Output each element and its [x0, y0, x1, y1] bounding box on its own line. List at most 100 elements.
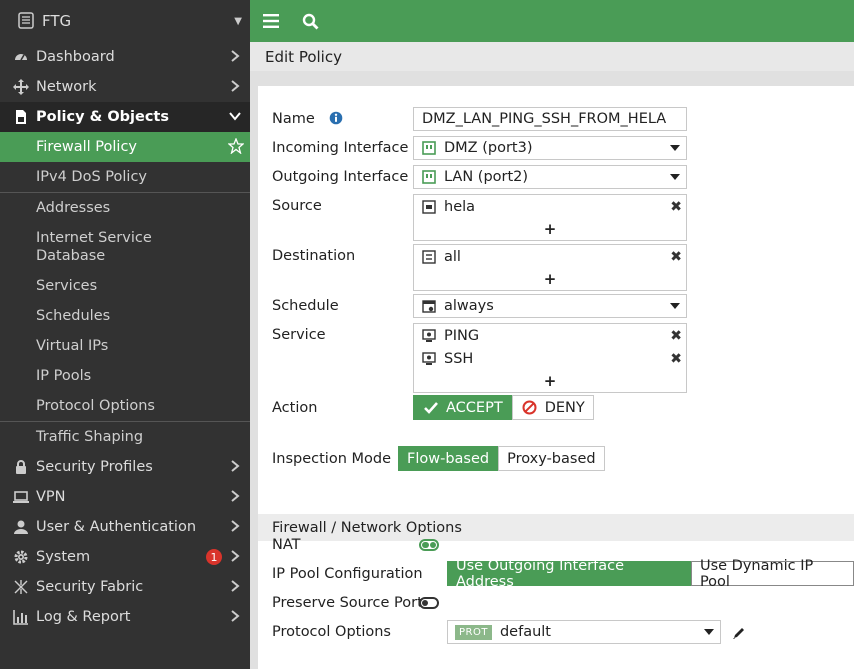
- caret-down-icon: [670, 303, 680, 309]
- page-title: Edit Policy: [250, 42, 854, 71]
- port-icon: [422, 170, 436, 184]
- service-entry[interactable]: SSH ✖: [414, 347, 686, 370]
- destination-field: all ✖ +: [413, 244, 687, 291]
- info-icon[interactable]: [329, 111, 343, 129]
- add-service-button[interactable]: +: [414, 370, 686, 392]
- inspection-mode-group: Flow-based Proxy-based: [398, 446, 605, 471]
- sidebar-item-log-report[interactable]: Log & Report: [0, 602, 250, 632]
- schedule-label: Schedule: [272, 298, 339, 314]
- sidebar-item-policy-objects[interactable]: Policy & Objects: [0, 102, 250, 132]
- outgoing-interface-label: Outgoing Interface: [272, 169, 409, 185]
- sidebar-item-label: Protocol Options: [36, 398, 155, 414]
- deny-icon: [522, 400, 537, 415]
- remove-icon[interactable]: ✖: [670, 351, 682, 367]
- sidebar-item-security-fabric[interactable]: Security Fabric: [0, 572, 250, 602]
- lock-icon: [12, 458, 30, 476]
- sidebar-item-schedules[interactable]: Schedules: [0, 301, 250, 331]
- sidebar: FTG ▼ Dashboard Network Policy & Objects…: [0, 0, 250, 669]
- add-source-button[interactable]: +: [414, 218, 686, 240]
- preserve-source-port-label: Preserve Source Port: [272, 595, 423, 611]
- caret-down-icon: [670, 174, 680, 180]
- sidebar-item-addresses[interactable]: Addresses: [0, 193, 250, 223]
- chevron-right-icon: [228, 579, 242, 593]
- service-entry-label: PING: [444, 327, 480, 344]
- schedule-value: always: [444, 298, 494, 314]
- use-outgoing-interface-address-button[interactable]: Use Outgoing Interface Address: [447, 558, 691, 590]
- ip-pool-configuration-label: IP Pool Configuration: [272, 566, 423, 582]
- sidebar-item-dashboard[interactable]: Dashboard: [0, 42, 250, 72]
- hamburger-menu-icon[interactable]: [261, 11, 281, 31]
- sidebar-item-label: Virtual IPs: [36, 338, 109, 354]
- nat-toggle[interactable]: [419, 539, 439, 551]
- deny-button[interactable]: DENY: [511, 395, 594, 420]
- service-label: Service: [272, 327, 326, 343]
- action-label: Action: [272, 400, 318, 416]
- destination-entry[interactable]: all ✖: [414, 245, 686, 268]
- sidebar-item-label: VPN: [36, 489, 66, 505]
- remove-icon[interactable]: ✖: [670, 249, 682, 265]
- name-label: Name: [272, 111, 343, 129]
- chevron-right-icon: [228, 489, 242, 503]
- sidebar-item-network[interactable]: Network: [0, 72, 250, 102]
- service-entry[interactable]: PING ✖: [414, 324, 686, 347]
- content-area: Name DMZ_LAN_PING_SSH_FROM_HELA Incoming…: [250, 71, 854, 669]
- brand-switcher[interactable]: FTG ▼: [0, 0, 250, 42]
- sidebar-item-label: User & Authentication: [36, 519, 197, 535]
- use-dynamic-ip-pool-button[interactable]: Use Dynamic IP Pool: [690, 558, 854, 590]
- service-icon: [422, 351, 436, 366]
- action-button-group: ACCEPT DENY: [413, 395, 594, 420]
- preserve-source-port-toggle[interactable]: [419, 597, 439, 609]
- sidebar-item-vpn[interactable]: VPN: [0, 482, 250, 512]
- source-entry[interactable]: hela ✖: [414, 195, 686, 218]
- brand-name: FTG: [42, 12, 72, 30]
- gear-icon: [12, 548, 30, 566]
- dashboard-icon: [12, 48, 30, 66]
- schedule-select[interactable]: always: [413, 294, 687, 318]
- flow-based-button[interactable]: Flow-based: [398, 446, 499, 471]
- source-field: hela ✖ +: [413, 194, 687, 241]
- sidebar-item-security-profiles[interactable]: Security Profiles: [0, 452, 250, 482]
- sidebar-item-internet-service-database[interactable]: Internet Service Database: [0, 223, 250, 271]
- remove-icon[interactable]: ✖: [670, 328, 682, 344]
- sidebar-item-ipv4-dos-policy[interactable]: IPv4 DoS Policy: [0, 162, 250, 192]
- sidebar-item-label: Addresses: [36, 200, 111, 216]
- incoming-interface-select[interactable]: DMZ (port3): [413, 136, 687, 160]
- sidebar-item-system[interactable]: System 1: [0, 542, 250, 572]
- sidebar-item-firewall-policy[interactable]: Firewall Policy: [0, 132, 250, 162]
- sidebar-item-protocol-options[interactable]: Protocol Options: [0, 391, 250, 421]
- network-icon: [12, 78, 30, 96]
- caret-down-icon: [670, 145, 680, 151]
- protocol-tag: PROT: [455, 624, 492, 640]
- sidebar-item-ip-pools[interactable]: IP Pools: [0, 361, 250, 391]
- add-destination-button[interactable]: +: [414, 268, 686, 290]
- sidebar-item-label: Security Fabric: [36, 579, 144, 595]
- remove-icon[interactable]: ✖: [670, 199, 682, 215]
- outgoing-interface-select[interactable]: LAN (port2): [413, 165, 687, 189]
- sidebar-item-user-authentication[interactable]: User & Authentication: [0, 512, 250, 542]
- destination-label: Destination: [272, 248, 356, 264]
- calendar-icon: [422, 299, 436, 313]
- sidebar-item-label: System: [36, 549, 91, 565]
- proxy-based-button[interactable]: Proxy-based: [498, 446, 605, 471]
- sidebar-item-label: Schedules: [36, 308, 111, 324]
- sidebar-item-virtual-ips[interactable]: Virtual IPs: [0, 331, 250, 361]
- sidebar-item-label: Security Profiles: [36, 459, 153, 475]
- protocol-options-select[interactable]: PROT default: [447, 620, 721, 644]
- name-input[interactable]: DMZ_LAN_PING_SSH_FROM_HELA: [413, 107, 687, 131]
- chevron-right-icon: [228, 519, 242, 533]
- search-icon[interactable]: [300, 11, 320, 31]
- sidebar-item-services[interactable]: Services: [0, 271, 250, 301]
- protocol-options-label: Protocol Options: [272, 624, 391, 640]
- sidebar-item-label: Firewall Policy: [36, 139, 137, 155]
- chevron-right-icon: [228, 79, 242, 93]
- star-icon[interactable]: [227, 137, 245, 158]
- chart-icon: [12, 608, 30, 626]
- vpn-icon: [12, 488, 30, 506]
- sidebar-item-traffic-shaping[interactable]: Traffic Shaping: [0, 422, 250, 452]
- sidebar-item-label: Dashboard: [36, 49, 115, 65]
- chevron-right-icon: [228, 549, 242, 563]
- accept-button[interactable]: ACCEPT: [413, 395, 512, 420]
- source-entry-label: hela: [444, 198, 476, 215]
- chevron-down-icon: [228, 109, 242, 123]
- edit-pencil-icon[interactable]: [732, 626, 746, 644]
